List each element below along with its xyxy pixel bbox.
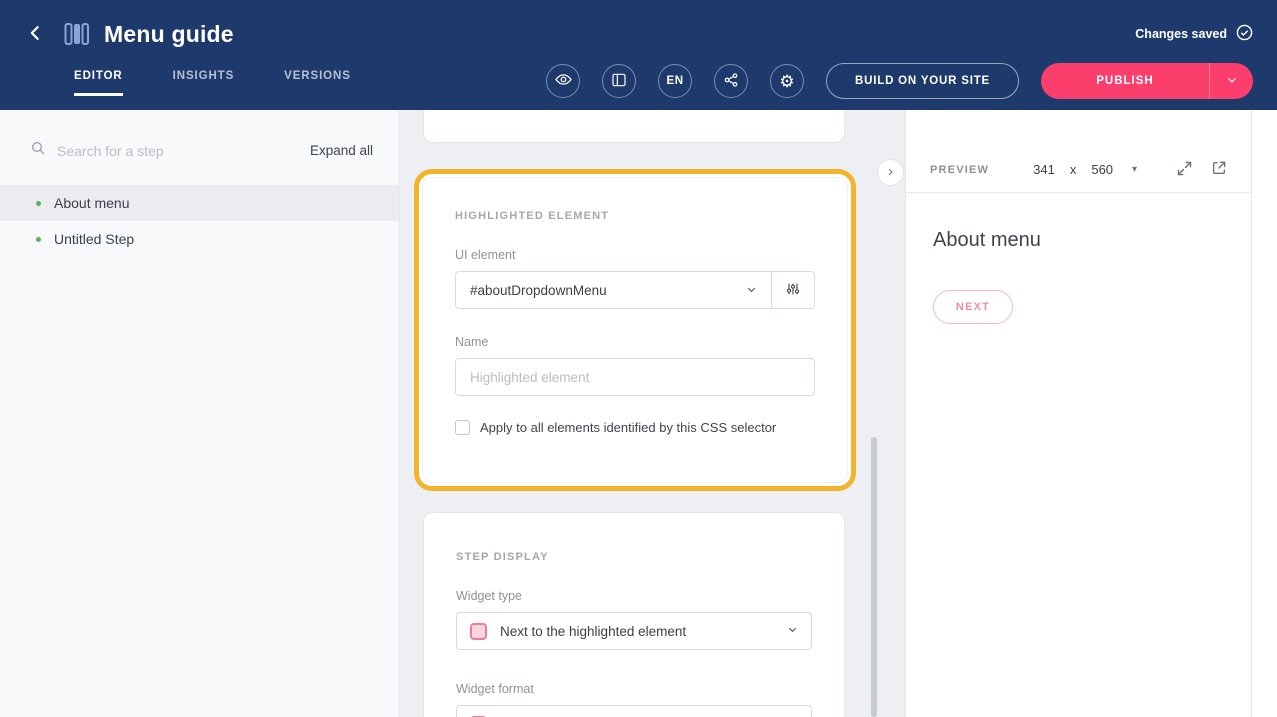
- tab-versions[interactable]: VERSIONS: [284, 70, 351, 96]
- highlighted-element-card: HIGHLIGHTED ELEMENT UI element #aboutDro…: [422, 177, 848, 483]
- layout-icon: [611, 72, 627, 91]
- preview-size-dropdown[interactable]: 341 x 560 ▾: [1033, 162, 1137, 177]
- chevron-down-icon: [746, 283, 757, 298]
- preview-panel: PREVIEW 341 x 560 ▾: [905, 110, 1252, 717]
- app-header: Menu guide Changes saved EDITOR INSIGHTS…: [0, 0, 1277, 110]
- gear-icon: ⚙: [779, 73, 794, 90]
- step-status-dot-icon: [36, 237, 41, 242]
- steps-sidebar: Expand all About menu Untitled Step: [0, 110, 400, 717]
- highlighted-element-name-input[interactable]: [455, 358, 815, 396]
- sliders-icon: [785, 281, 801, 300]
- ui-element-label: UI element: [455, 248, 815, 262]
- preview-header-actions: [1176, 160, 1227, 180]
- widget-format-select[interactable]: [456, 705, 812, 717]
- name-label: Name: [455, 335, 815, 349]
- tab-editor[interactable]: EDITOR: [74, 70, 123, 96]
- chevron-down-icon: [787, 622, 798, 640]
- chevron-down-icon: [1226, 74, 1238, 89]
- changes-saved-label: Changes saved: [1135, 27, 1227, 41]
- preview-step-title: About menu: [933, 229, 1224, 252]
- sidebar-search-row: Expand all: [0, 110, 399, 185]
- widget-format-label: Widget format: [456, 682, 812, 696]
- publish-label[interactable]: PUBLISH: [1041, 63, 1209, 99]
- element-picker-settings-button[interactable]: [772, 272, 814, 308]
- header-top-row: Menu guide Changes saved: [0, 0, 1277, 56]
- previous-card-partial: [423, 110, 845, 143]
- step-label: About menu: [54, 195, 130, 211]
- step-list: About menu Untitled Step: [0, 185, 399, 257]
- chevron-left-icon: [26, 23, 46, 46]
- apply-all-checkbox-row: Apply to all elements identified by this…: [455, 420, 815, 435]
- step-item-about-menu[interactable]: About menu: [0, 185, 399, 221]
- search-icon: [30, 140, 46, 161]
- widget-type-label: Widget type: [456, 589, 812, 603]
- theme-layout-button[interactable]: [602, 64, 636, 98]
- publish-menu-toggle[interactable]: [1209, 63, 1253, 99]
- search-step-input[interactable]: [57, 143, 299, 159]
- open-in-new-tab-button[interactable]: [1211, 160, 1227, 179]
- preview-header: PREVIEW 341 x 560 ▾: [906, 147, 1251, 193]
- ui-element-select-group: #aboutDropdownMenu: [455, 271, 815, 309]
- section-title: HIGHLIGHTED ELEMENT: [455, 210, 815, 222]
- header-actions: EN ⚙ BUILD ON YOUR SITE PUBLISH: [546, 63, 1253, 99]
- expand-arrows-icon: [1176, 160, 1193, 180]
- share-button[interactable]: [714, 64, 748, 98]
- apply-all-checkbox[interactable]: [455, 420, 470, 435]
- step-status-dot-icon: [36, 201, 41, 206]
- settings-button[interactable]: ⚙: [770, 64, 804, 98]
- preview-eye-button[interactable]: [546, 64, 580, 98]
- app-logo-icon: [64, 22, 90, 46]
- collapse-preview-button[interactable]: ›: [877, 159, 904, 186]
- ui-element-value: #aboutDropdownMenu: [470, 283, 607, 298]
- editor-scrollbar[interactable]: [871, 437, 877, 717]
- changes-saved-status: Changes saved: [1135, 24, 1253, 44]
- preview-height-value: 560: [1091, 162, 1113, 177]
- expand-all-link[interactable]: Expand all: [310, 143, 373, 158]
- highlighted-element-selection-ring: HIGHLIGHTED ELEMENT UI element #aboutDro…: [414, 169, 856, 491]
- preview-size-separator: x: [1070, 162, 1077, 177]
- tab-insights[interactable]: INSIGHTS: [173, 70, 235, 96]
- eye-icon: [555, 71, 572, 91]
- step-item-untitled-step[interactable]: Untitled Step: [0, 221, 399, 257]
- tooltip-widget-icon: [470, 623, 487, 640]
- apply-all-checkbox-label: Apply to all elements identified by this…: [480, 420, 776, 435]
- header-tabs: EDITOR INSIGHTS VERSIONS: [74, 70, 351, 96]
- back-button[interactable]: [24, 21, 48, 48]
- share-icon: [723, 72, 739, 91]
- preview-panel-title: PREVIEW: [930, 164, 989, 176]
- step-display-card: STEP DISPLAY Widget type Next to the hig…: [423, 512, 845, 717]
- preview-content: About menu NEXT: [906, 193, 1251, 360]
- app-window: Menu guide Changes saved EDITOR INSIGHTS…: [0, 0, 1277, 717]
- check-circle-icon: [1236, 24, 1253, 44]
- widget-type-select[interactable]: Next to the highlighted element: [456, 612, 812, 650]
- section-title: STEP DISPLAY: [456, 551, 812, 563]
- language-button[interactable]: EN: [658, 64, 692, 98]
- widget-type-value: Next to the highlighted element: [500, 624, 774, 639]
- language-badge: EN: [667, 75, 684, 87]
- preview-fullscreen-button[interactable]: [1176, 160, 1193, 180]
- preview-width-value: 341: [1033, 162, 1055, 177]
- ui-element-select[interactable]: #aboutDropdownMenu: [456, 272, 772, 308]
- build-on-your-site-button[interactable]: BUILD ON YOUR SITE: [826, 63, 1019, 99]
- preview-next-button[interactable]: NEXT: [933, 290, 1013, 324]
- page-title: Menu guide: [104, 21, 234, 48]
- publish-button[interactable]: PUBLISH: [1041, 63, 1253, 99]
- caret-down-icon: ▾: [1132, 164, 1137, 175]
- step-label: Untitled Step: [54, 231, 134, 247]
- step-editor-panel: HIGHLIGHTED ELEMENT UI element #aboutDro…: [400, 110, 905, 717]
- external-link-icon: [1211, 160, 1227, 179]
